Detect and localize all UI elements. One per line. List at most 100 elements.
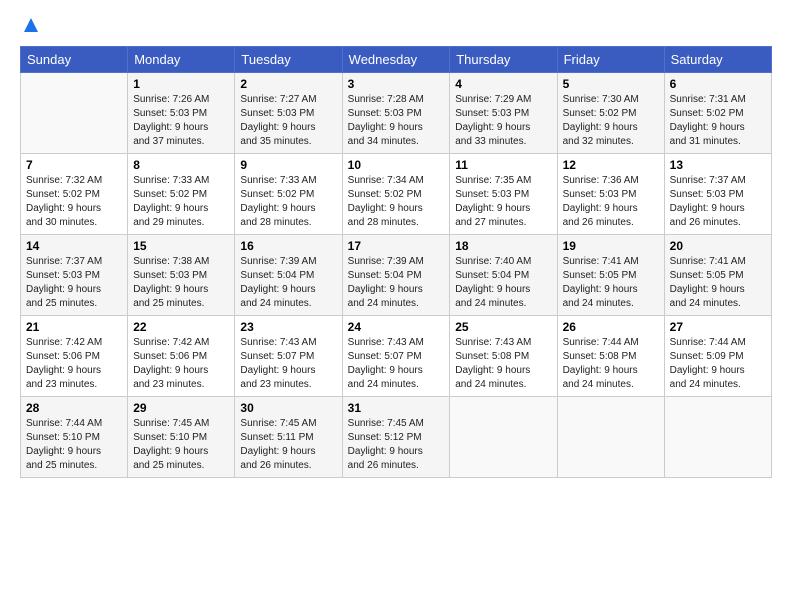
- day-info: Sunrise: 7:40 AM Sunset: 5:04 PM Dayligh…: [455, 255, 551, 311]
- day-number: 4: [455, 77, 551, 91]
- day-number: 31: [348, 401, 445, 415]
- calendar-cell: 10 Sunrise: 7:34 AM Sunset: 5:02 PM Dayli…: [342, 154, 450, 235]
- day-number: 1: [133, 77, 229, 91]
- calendar-cell: 25 Sunrise: 7:43 AM Sunset: 5:08 PM Dayli…: [450, 316, 557, 397]
- calendar-cell: 16 Sunrise: 7:39 AM Sunset: 5:04 PM Dayli…: [235, 235, 342, 316]
- day-info: Sunrise: 7:28 AM Sunset: 5:03 PM Dayligh…: [348, 93, 445, 149]
- day-header-wednesday: Wednesday: [342, 47, 450, 73]
- day-number: 11: [455, 158, 551, 172]
- day-header-monday: Monday: [128, 47, 235, 73]
- day-number: 16: [240, 239, 336, 253]
- day-info: Sunrise: 7:29 AM Sunset: 5:03 PM Dayligh…: [455, 93, 551, 149]
- day-number: 19: [563, 239, 659, 253]
- day-info: Sunrise: 7:41 AM Sunset: 5:05 PM Dayligh…: [670, 255, 766, 311]
- day-info: Sunrise: 7:34 AM Sunset: 5:02 PM Dayligh…: [348, 174, 445, 230]
- calendar-cell: [664, 397, 771, 478]
- calendar-cell: 3Sunrise: 7:28 AM Sunset: 5:03 PM Daylig…: [342, 73, 450, 154]
- calendar-week-2: 7 Sunrise: 7:32 AM Sunset: 5:02 PM Daylig…: [21, 154, 772, 235]
- calendar-cell: 15Sunrise: 7:38 AM Sunset: 5:03 PM Dayli…: [128, 235, 235, 316]
- day-number: 25: [455, 320, 551, 334]
- day-info: Sunrise: 7:30 AM Sunset: 5:02 PM Dayligh…: [563, 93, 659, 149]
- day-info: Sunrise: 7:44 AM Sunset: 5:08 PM Dayligh…: [563, 336, 659, 392]
- calendar-cell: 4 Sunrise: 7:29 AM Sunset: 5:03 PM Daylig…: [450, 73, 557, 154]
- calendar-cell: 21 Sunrise: 7:42 AM Sunset: 5:06 PM Dayli…: [21, 316, 128, 397]
- calendar-cell: 14 Sunrise: 7:37 AM Sunset: 5:03 PM Dayli…: [21, 235, 128, 316]
- day-info: Sunrise: 7:45 AM Sunset: 5:11 PM Dayligh…: [240, 417, 336, 473]
- logo: [20, 16, 40, 34]
- calendar-cell: 20 Sunrise: 7:41 AM Sunset: 5:05 PM Dayli…: [664, 235, 771, 316]
- day-info: Sunrise: 7:37 AM Sunset: 5:03 PM Dayligh…: [670, 174, 766, 230]
- day-number: 15: [133, 239, 229, 253]
- day-info: Sunrise: 7:39 AM Sunset: 5:04 PM Dayligh…: [240, 255, 336, 311]
- day-number: 13: [670, 158, 766, 172]
- day-info: Sunrise: 7:43 AM Sunset: 5:08 PM Dayligh…: [455, 336, 551, 392]
- calendar-cell: 11 Sunrise: 7:35 AM Sunset: 5:03 PM Dayli…: [450, 154, 557, 235]
- day-number: 28: [26, 401, 122, 415]
- day-info: Sunrise: 7:32 AM Sunset: 5:02 PM Dayligh…: [26, 174, 122, 230]
- day-number: 12: [563, 158, 659, 172]
- day-number: 21: [26, 320, 122, 334]
- day-number: 7: [26, 158, 122, 172]
- day-number: 26: [563, 320, 659, 334]
- day-number: 10: [348, 158, 445, 172]
- calendar-header-row: SundayMondayTuesdayWednesdayThursdayFrid…: [21, 47, 772, 73]
- logo-icon: [22, 16, 40, 34]
- day-info: Sunrise: 7:36 AM Sunset: 5:03 PM Dayligh…: [563, 174, 659, 230]
- calendar-cell: 1 Sunrise: 7:26 AM Sunset: 5:03 PM Daylig…: [128, 73, 235, 154]
- day-number: 17: [348, 239, 445, 253]
- day-info: Sunrise: 7:44 AM Sunset: 5:09 PM Dayligh…: [670, 336, 766, 392]
- day-info: Sunrise: 7:37 AM Sunset: 5:03 PM Dayligh…: [26, 255, 122, 311]
- day-number: 18: [455, 239, 551, 253]
- day-number: 23: [240, 320, 336, 334]
- calendar-cell: 23 Sunrise: 7:43 AM Sunset: 5:07 PM Dayli…: [235, 316, 342, 397]
- day-info: Sunrise: 7:26 AM Sunset: 5:03 PM Dayligh…: [133, 93, 229, 149]
- day-info: Sunrise: 7:33 AM Sunset: 5:02 PM Dayligh…: [133, 174, 229, 230]
- day-header-saturday: Saturday: [664, 47, 771, 73]
- day-info: Sunrise: 7:42 AM Sunset: 5:06 PM Dayligh…: [133, 336, 229, 392]
- day-info: Sunrise: 7:43 AM Sunset: 5:07 PM Dayligh…: [348, 336, 445, 392]
- day-info: Sunrise: 7:41 AM Sunset: 5:05 PM Dayligh…: [563, 255, 659, 311]
- day-number: 9: [240, 158, 336, 172]
- day-info: Sunrise: 7:45 AM Sunset: 5:10 PM Dayligh…: [133, 417, 229, 473]
- calendar-cell: 27Sunrise: 7:44 AM Sunset: 5:09 PM Dayli…: [664, 316, 771, 397]
- calendar-cell: 29 Sunrise: 7:45 AM Sunset: 5:10 PM Dayli…: [128, 397, 235, 478]
- day-info: Sunrise: 7:43 AM Sunset: 5:07 PM Dayligh…: [240, 336, 336, 392]
- day-info: Sunrise: 7:33 AM Sunset: 5:02 PM Dayligh…: [240, 174, 336, 230]
- day-info: Sunrise: 7:27 AM Sunset: 5:03 PM Dayligh…: [240, 93, 336, 149]
- calendar-cell: [557, 397, 664, 478]
- day-number: 2: [240, 77, 336, 91]
- day-info: Sunrise: 7:42 AM Sunset: 5:06 PM Dayligh…: [26, 336, 122, 392]
- calendar-week-5: 28Sunrise: 7:44 AM Sunset: 5:10 PM Dayli…: [21, 397, 772, 478]
- calendar-cell: 7 Sunrise: 7:32 AM Sunset: 5:02 PM Daylig…: [21, 154, 128, 235]
- calendar-cell: 24 Sunrise: 7:43 AM Sunset: 5:07 PM Dayli…: [342, 316, 450, 397]
- calendar-week-1: 1 Sunrise: 7:26 AM Sunset: 5:03 PM Daylig…: [21, 73, 772, 154]
- day-number: 22: [133, 320, 229, 334]
- day-number: 14: [26, 239, 122, 253]
- calendar-cell: [21, 73, 128, 154]
- calendar-cell: 5 Sunrise: 7:30 AM Sunset: 5:02 PM Daylig…: [557, 73, 664, 154]
- day-number: 5: [563, 77, 659, 91]
- calendar-cell: 30 Sunrise: 7:45 AM Sunset: 5:11 PM Dayli…: [235, 397, 342, 478]
- calendar-cell: 18 Sunrise: 7:40 AM Sunset: 5:04 PM Dayli…: [450, 235, 557, 316]
- calendar-cell: 13 Sunrise: 7:37 AM Sunset: 5:03 PM Dayli…: [664, 154, 771, 235]
- calendar-cell: 17Sunrise: 7:39 AM Sunset: 5:04 PM Dayli…: [342, 235, 450, 316]
- day-info: Sunrise: 7:45 AM Sunset: 5:12 PM Dayligh…: [348, 417, 445, 473]
- calendar-week-4: 21 Sunrise: 7:42 AM Sunset: 5:06 PM Dayli…: [21, 316, 772, 397]
- day-info: Sunrise: 7:35 AM Sunset: 5:03 PM Dayligh…: [455, 174, 551, 230]
- day-header-tuesday: Tuesday: [235, 47, 342, 73]
- page-header: [20, 16, 772, 34]
- calendar-cell: 2 Sunrise: 7:27 AM Sunset: 5:03 PM Daylig…: [235, 73, 342, 154]
- day-info: Sunrise: 7:31 AM Sunset: 5:02 PM Dayligh…: [670, 93, 766, 149]
- day-number: 24: [348, 320, 445, 334]
- calendar-cell: [450, 397, 557, 478]
- day-number: 30: [240, 401, 336, 415]
- day-number: 20: [670, 239, 766, 253]
- calendar-cell: 6Sunrise: 7:31 AM Sunset: 5:02 PM Daylig…: [664, 73, 771, 154]
- calendar-cell: 12 Sunrise: 7:36 AM Sunset: 5:03 PM Dayli…: [557, 154, 664, 235]
- calendar-cell: 22 Sunrise: 7:42 AM Sunset: 5:06 PM Dayli…: [128, 316, 235, 397]
- calendar-cell: 26 Sunrise: 7:44 AM Sunset: 5:08 PM Dayli…: [557, 316, 664, 397]
- calendar-cell: 28Sunrise: 7:44 AM Sunset: 5:10 PM Dayli…: [21, 397, 128, 478]
- day-number: 29: [133, 401, 229, 415]
- calendar-week-3: 14 Sunrise: 7:37 AM Sunset: 5:03 PM Dayli…: [21, 235, 772, 316]
- calendar-cell: 19 Sunrise: 7:41 AM Sunset: 5:05 PM Dayli…: [557, 235, 664, 316]
